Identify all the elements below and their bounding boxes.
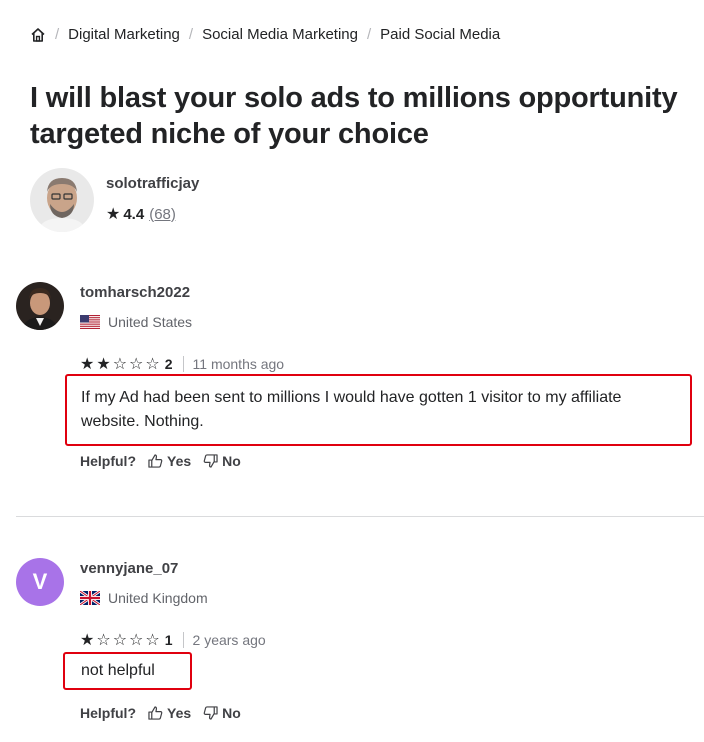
reviewer-country: United Kingdom [79, 589, 208, 607]
helpful-label: Helpful? [80, 705, 136, 721]
seller-rating: ★ 4.4 (68) [106, 204, 199, 224]
review-text: If my Ad had been sent to millions I wou… [65, 374, 692, 446]
reviewer-username[interactable]: tomharsch2022 [80, 284, 190, 301]
helpful-no-button[interactable]: No [203, 705, 241, 721]
star-filled-icon: ★ [80, 632, 96, 649]
reviewer-username[interactable]: vennyjane_07 [80, 560, 178, 577]
reviewer-avatar [16, 282, 64, 330]
review-text: not helpful [63, 652, 192, 690]
breadcrumb-digital-marketing[interactable]: Digital Marketing [68, 26, 180, 43]
review-stars: ★ ☆ ☆ ☆ ☆ [80, 630, 162, 650]
review-divider [16, 516, 704, 517]
star-filled-icon: ★ [96, 356, 112, 373]
breadcrumb-separator: / [188, 26, 194, 43]
helpful-label: Helpful? [80, 453, 136, 469]
star-icon: ★ [106, 206, 121, 223]
home-icon[interactable] [30, 27, 46, 43]
review-time: 11 months ago [192, 356, 285, 372]
reviewer-country: United States [80, 314, 192, 330]
thumbs-up-icon [148, 706, 163, 720]
seller-avatar[interactable] [30, 168, 94, 232]
review-item: V vennyjane_07 United Kingdom ★ ☆ ☆ ☆ ☆ … [16, 558, 696, 738]
seller-overview: solotrafficjay ★ 4.4 (68) [30, 168, 199, 232]
reviewer-country-name: United States [108, 314, 193, 330]
thumbs-down-icon [203, 706, 218, 720]
breadcrumb-separator: / [366, 26, 372, 43]
helpful-yes-label: Yes [167, 705, 192, 721]
helpful-yes-button[interactable]: Yes [148, 453, 191, 469]
star-empty-icon: ☆ [145, 356, 161, 373]
star-empty-icon: ☆ [129, 356, 145, 373]
reviewer-country-name: United Kingdom [108, 590, 208, 606]
breadcrumb-paid-social-media[interactable]: Paid Social Media [380, 26, 500, 43]
helpful-yes-label: Yes [167, 453, 192, 469]
breadcrumb: / Digital Marketing / Social Media Marke… [30, 26, 500, 43]
star-empty-icon: ☆ [145, 632, 161, 649]
seller-rating-score: 4.4 [123, 205, 145, 223]
review-rating-number: 1 [164, 632, 173, 648]
seller-name[interactable]: solotrafficjay [106, 175, 199, 192]
helpful-no-label: No [222, 705, 241, 721]
gig-title: I will blast your solo ads to millions o… [30, 82, 678, 150]
breadcrumb-separator: / [55, 26, 60, 43]
breadcrumb-social-media-marketing[interactable]: Social Media Marketing [202, 26, 358, 43]
helpful-no-label: No [222, 453, 241, 469]
review-helpful: Helpful? Yes No [80, 705, 241, 721]
star-filled-icon: ★ [80, 356, 96, 373]
review-time: 2 years ago [192, 632, 266, 648]
helpful-yes-button[interactable]: Yes [148, 705, 191, 721]
reviewer-avatar: V [16, 558, 64, 606]
star-empty-icon: ☆ [96, 632, 112, 649]
thumbs-up-icon [148, 454, 163, 468]
seller-review-count[interactable]: (68) [149, 206, 176, 223]
review-stars: ★ ★ ☆ ☆ ☆ [80, 354, 162, 374]
divider [182, 356, 184, 372]
review-item: tomharsch2022 United States ★ ★ ☆ ☆ ☆ 2 … [16, 282, 696, 482]
thumbs-down-icon [203, 454, 218, 468]
review-rating: ★ ☆ ☆ ☆ ☆ 1 2 years ago [80, 630, 266, 650]
review-helpful: Helpful? Yes No [80, 453, 241, 469]
helpful-no-button[interactable]: No [203, 453, 241, 469]
review-rating-number: 2 [164, 356, 173, 372]
uk-flag-icon [79, 589, 101, 607]
star-empty-icon: ☆ [112, 632, 129, 649]
star-empty-icon: ☆ [129, 632, 145, 649]
review-rating: ★ ★ ☆ ☆ ☆ 2 11 months ago [80, 354, 284, 374]
star-empty-icon: ☆ [112, 356, 129, 373]
divider [182, 632, 184, 648]
us-flag-icon [80, 315, 100, 329]
